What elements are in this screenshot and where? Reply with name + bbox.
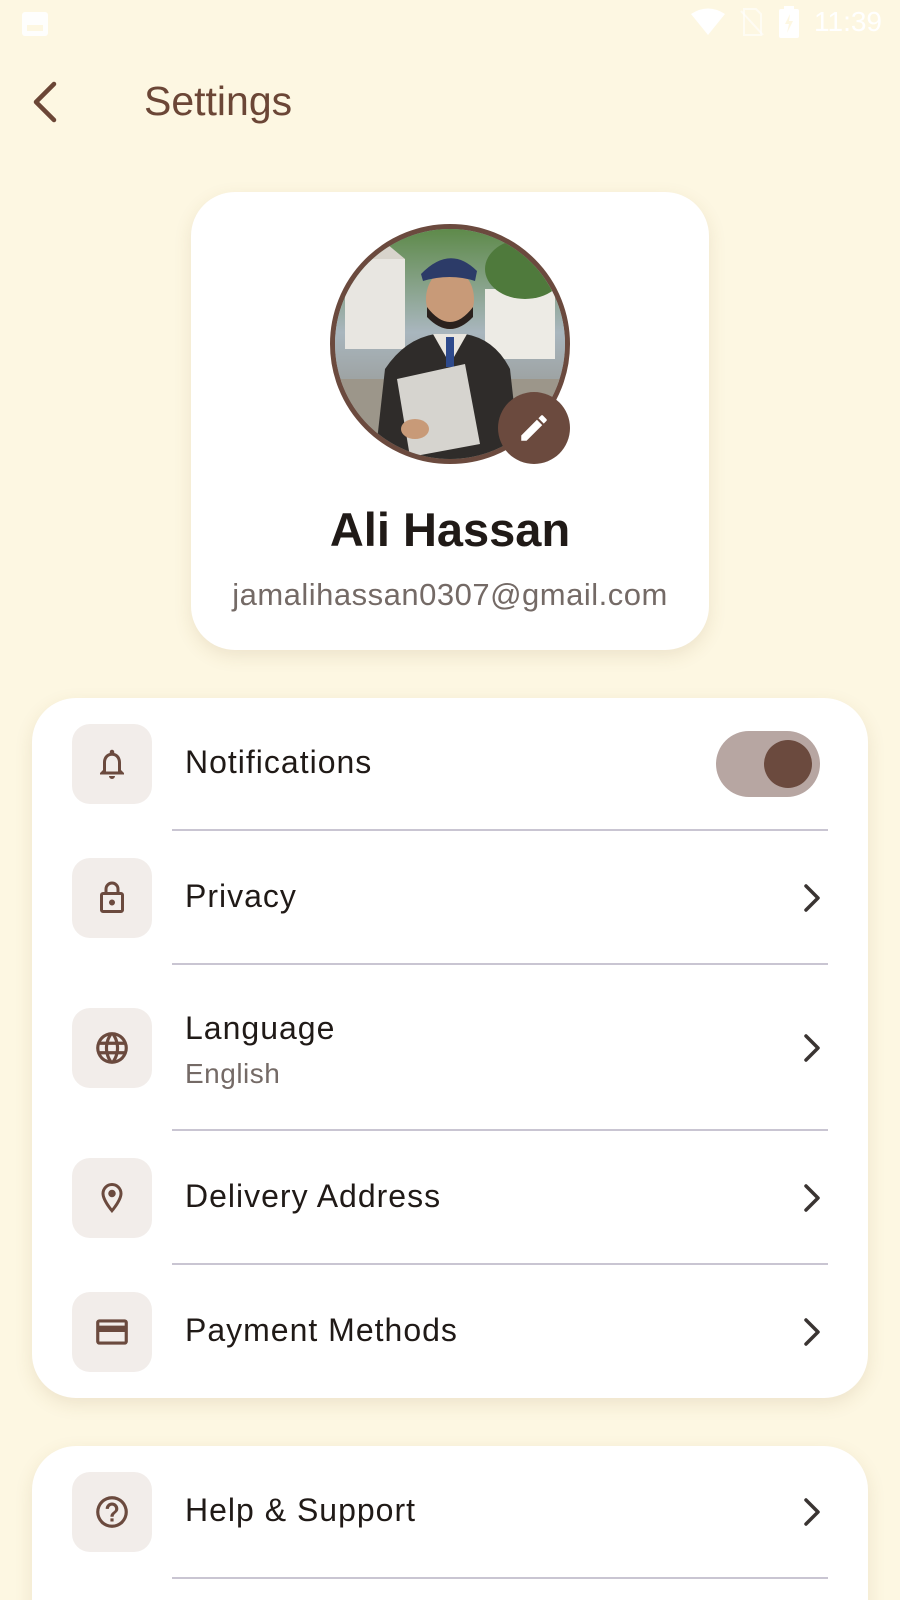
chevron-right-icon xyxy=(794,1314,830,1350)
language-label: Language xyxy=(185,1010,336,1046)
credit-card-icon xyxy=(96,1319,128,1345)
app-bar: Settings xyxy=(0,60,900,144)
pencil-icon xyxy=(521,415,547,441)
delivery-address-label: Delivery Address xyxy=(185,1178,442,1214)
profile-card: Ali Hassan jamalihassan0307@gmail.com xyxy=(191,192,709,650)
chevron-right-icon xyxy=(794,1030,830,1066)
gallery-notification-icon xyxy=(22,12,48,36)
chevron-right-icon xyxy=(794,1180,830,1216)
settings-item-payment-methods[interactable]: Payment Methods xyxy=(32,1292,868,1372)
divider xyxy=(172,829,828,831)
wifi-icon xyxy=(691,8,725,35)
clock: 11:39 xyxy=(814,6,882,37)
settings-item-delivery-address[interactable]: Delivery Address xyxy=(32,1158,868,1238)
notifications-icon-box xyxy=(72,724,152,804)
divider xyxy=(172,963,828,965)
privacy-icon-box xyxy=(72,858,152,938)
back-button[interactable] xyxy=(20,78,68,126)
notifications-label: Notifications xyxy=(185,744,373,780)
support-card: Help & Support xyxy=(32,1446,868,1600)
help-icon-box xyxy=(72,1472,152,1552)
battery-charging-icon xyxy=(779,6,799,38)
divider xyxy=(172,1577,828,1579)
payment-methods-label: Payment Methods xyxy=(185,1312,458,1348)
help-support-label: Help & Support xyxy=(185,1492,417,1528)
edit-avatar-button[interactable] xyxy=(498,392,570,464)
language-icon-box xyxy=(72,1008,152,1088)
globe-icon xyxy=(96,1032,128,1064)
status-bar: 11:39 xyxy=(0,0,900,50)
bell-icon xyxy=(100,749,124,779)
back-arrow-icon xyxy=(33,81,57,123)
privacy-label: Privacy xyxy=(185,878,297,914)
divider xyxy=(172,1263,828,1265)
language-value: English xyxy=(185,1058,281,1089)
notifications-toggle[interactable] xyxy=(716,731,820,797)
settings-item-help-support[interactable]: Help & Support xyxy=(32,1472,868,1552)
toggle-knob xyxy=(764,740,812,788)
divider xyxy=(172,1129,828,1131)
status-icons: 11:39 xyxy=(690,6,882,38)
location-pin-icon xyxy=(101,1183,123,1213)
avatar-container xyxy=(330,224,570,464)
settings-card: Notifications Privacy Language English D… xyxy=(32,698,868,1398)
page-title: Settings xyxy=(144,78,293,124)
settings-item-notifications: Notifications xyxy=(32,724,868,804)
lock-icon xyxy=(100,881,124,913)
profile-email: jamalihassan0307@gmail.com xyxy=(232,577,668,612)
delivery-address-icon-box xyxy=(72,1158,152,1238)
chevron-right-icon xyxy=(794,880,830,916)
chevron-right-icon xyxy=(794,1494,830,1530)
help-circle-icon xyxy=(96,1496,128,1528)
payment-methods-icon-box xyxy=(72,1292,152,1372)
settings-item-privacy[interactable]: Privacy xyxy=(32,858,868,938)
settings-item-language[interactable]: Language English xyxy=(32,1008,868,1089)
profile-name: Ali Hassan xyxy=(329,503,571,556)
no-sim-icon xyxy=(740,8,764,36)
